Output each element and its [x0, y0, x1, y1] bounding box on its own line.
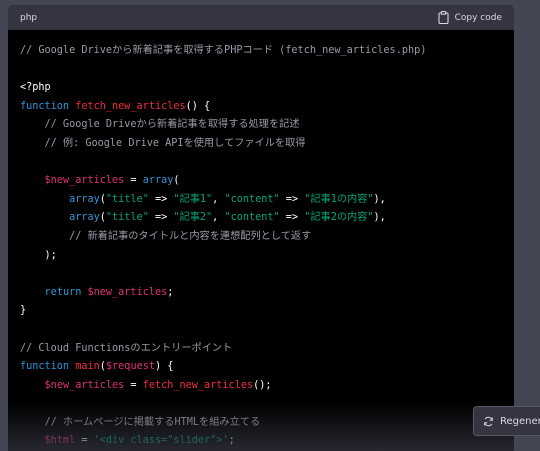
code-token: ();: [253, 379, 272, 391]
code-token: function: [20, 100, 70, 112]
code-token: ,: [212, 193, 225, 205]
code-token: (: [173, 175, 180, 187]
code-token: $new_articles: [44, 175, 125, 187]
regenerate-response-button[interactable]: Regener: [473, 406, 540, 436]
code-token: =: [75, 435, 94, 447]
code-token: ) {: [154, 361, 174, 373]
code-token: "記事2": [173, 212, 213, 224]
code-token: $html: [44, 435, 76, 447]
code-token: array: [142, 175, 174, 187]
code-token: $request: [105, 361, 155, 373]
code-token: // 例: Google Drive APIを使用してファイルを取得: [20, 137, 306, 149]
regenerate-label: Regener: [500, 415, 540, 427]
code-token: "content": [224, 193, 280, 205]
code-token: <?php: [20, 82, 51, 94]
page-scrollbar-track[interactable]: [534, 0, 540, 451]
code-token: }: [20, 305, 27, 317]
code-line: $new_articles = fetch_new_articles();: [20, 377, 502, 396]
code-token: ),: [373, 212, 386, 224]
code-token: "title": [105, 193, 149, 205]
code-language-label: php: [20, 12, 38, 23]
code-token: ,: [212, 212, 225, 224]
code-token: ),: [373, 193, 386, 205]
code-token: $new_articles: [87, 286, 168, 298]
code-line: function main($request) {: [20, 358, 502, 377]
code-token: main: [75, 361, 100, 373]
code-token: =>: [148, 212, 174, 224]
code-token: "記事1の内容": [304, 193, 374, 205]
code-token: // 新着記事のタイトルと内容を連想配列として返す: [20, 230, 312, 242]
code-token: // ホームページに掲載するHTMLを組み立てる: [20, 416, 261, 428]
code-token: // Google Driveから新着記事を取得する処理を記述: [20, 119, 300, 131]
code-token: "記事2の内容": [304, 212, 374, 224]
code-line: return $new_articles;: [20, 284, 502, 303]
code-line: // 例: Google Drive APIを使用してファイルを取得: [20, 135, 502, 154]
code-token: "content": [224, 212, 280, 224]
code-content: // Google Driveから新着記事を取得するPHPコード (fetch_…: [8, 30, 514, 451]
code-token: // Cloud Functionsのエントリーポイント: [20, 342, 233, 354]
code-token: =>: [148, 193, 174, 205]
code-token: "title": [105, 212, 149, 224]
code-line: // Cloud Functionsのエントリーポイント: [20, 340, 502, 359]
code-token: return: [44, 286, 82, 298]
code-token: ;: [228, 435, 235, 447]
code-line: array("title" => "記事2", "content" => "記事…: [20, 209, 502, 228]
clipboard-icon: [438, 11, 449, 24]
code-token: '<div class="slider">': [93, 435, 229, 447]
code-token: ;: [167, 286, 174, 298]
code-token: array: [69, 193, 100, 205]
code-line: // 新着記事のタイトルと内容を連想配列として返す: [20, 228, 502, 247]
code-line: );: [20, 247, 502, 266]
copy-code-label: Copy code: [454, 12, 502, 23]
code-line: $new_articles = array(: [20, 172, 502, 191]
code-line: }: [20, 302, 502, 321]
code-block-header: php Copy code: [8, 5, 514, 30]
code-line: function fetch_new_articles() {: [20, 98, 502, 117]
code-token: =>: [279, 212, 305, 224]
code-token: =>: [279, 193, 305, 205]
code-token: $new_articles: [44, 379, 125, 391]
code-line: // Google Driveから新着記事を取得するPHPコード (fetch_…: [20, 42, 502, 61]
code-token: function: [20, 361, 70, 373]
code-line: // ホームページに掲載するHTMLを組み立てる: [20, 414, 502, 433]
code-line: <?php: [20, 79, 502, 98]
code-token: fetch_new_articles: [75, 100, 186, 112]
refresh-icon: [484, 416, 493, 426]
code-line: array("title" => "記事1", "content" => "記事…: [20, 191, 502, 210]
code-token: "記事1": [173, 193, 213, 205]
code-token: =: [124, 175, 143, 187]
code-line: $html = '<div class="slider">';: [20, 432, 502, 451]
code-token: fetch_new_articles: [142, 379, 254, 391]
code-token: () {: [185, 100, 211, 112]
code-token: =: [124, 379, 143, 391]
code-token: );: [20, 249, 57, 261]
code-block: php Copy code // Google Driveから新着記事を取得する…: [8, 5, 514, 451]
code-token: // Google Driveから新着記事を取得するPHPコード (fetch_…: [20, 45, 427, 56]
code-token: array: [69, 212, 100, 224]
copy-code-button[interactable]: Copy code: [438, 11, 502, 24]
code-line: // Google Driveから新着記事を取得する処理を記述: [20, 116, 502, 135]
